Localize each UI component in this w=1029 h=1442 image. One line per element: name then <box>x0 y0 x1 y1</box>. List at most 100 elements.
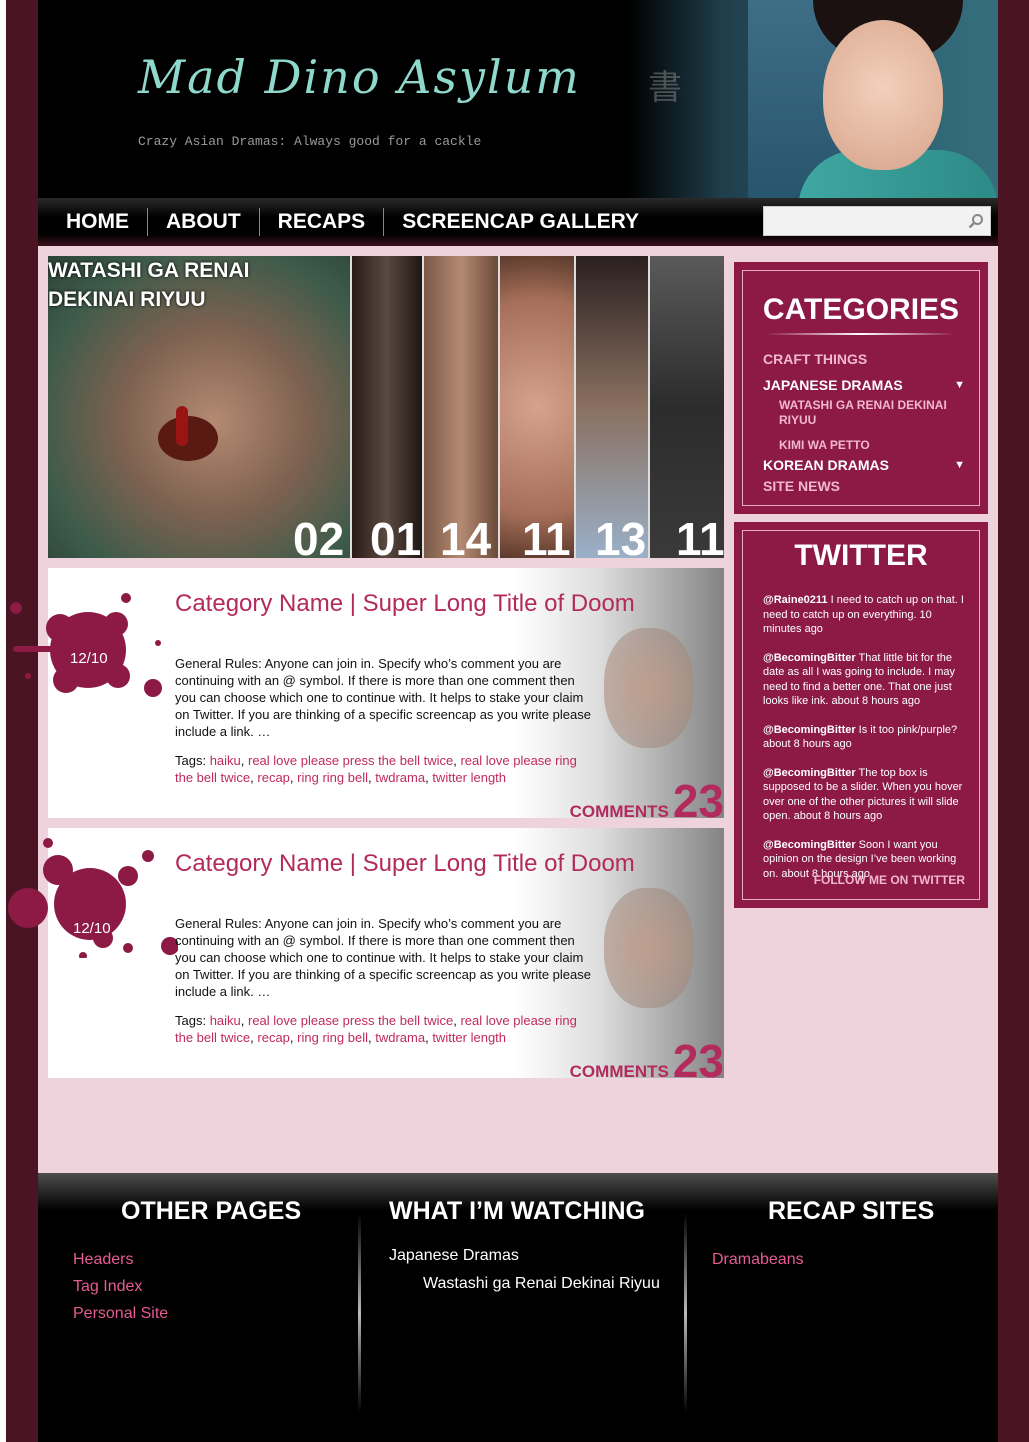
categories-widget: CATEGORIES CRAFT THINGS JAPANESE DRAMAS … <box>734 262 988 514</box>
footer-link-dramabeans[interactable]: Dramabeans <box>712 1246 1012 1273</box>
nav-about[interactable]: ABOUT <box>156 208 260 236</box>
categories-title: CATEGORIES <box>762 293 960 326</box>
category-craft-things[interactable]: CRAFT THINGS <box>763 349 979 370</box>
tag-link[interactable]: real love please press the bell twice <box>248 1013 453 1028</box>
tweet-user[interactable]: @BecomingBitter <box>763 652 856 664</box>
comments-link[interactable]: COMMENTS 23 <box>570 1038 724 1084</box>
comments-count: 23 <box>672 1035 724 1087</box>
slide-number: 14 <box>440 513 492 558</box>
footer-link-tag-index[interactable]: Tag Index <box>73 1273 373 1300</box>
chevron-down-icon[interactable]: ▼ <box>954 375 965 396</box>
post-date: 12/10 <box>73 920 111 937</box>
footer-divider <box>358 1213 361 1413</box>
search-box <box>763 206 991 236</box>
main-nav: HOME ABOUT RECAPS SCREENCAP GALLERY <box>38 198 998 246</box>
site-header: Mad Dino Asylum Crazy Asian Dramas: Alwa… <box>38 0 998 198</box>
watching-category: Japanese Dramas <box>389 1247 519 1264</box>
category-japanese-dramas[interactable]: JAPANESE DRAMAS ▼ <box>763 375 979 396</box>
categories-inner: CATEGORIES CRAFT THINGS JAPANESE DRAMAS … <box>742 270 980 506</box>
site-logo[interactable]: Mad Dino Asylum <box>138 50 581 104</box>
post-excerpt: General Rules: Anyone can join in. Speci… <box>175 916 591 999</box>
recap-sites-list: Dramabeans <box>712 1246 1012 1273</box>
site-footer: OTHER PAGES Headers Tag Index Personal S… <box>38 1173 998 1442</box>
post-date: 12/10 <box>70 650 108 667</box>
ink-splat-icon <box>10 593 162 697</box>
slide-number: 13 <box>595 513 647 558</box>
tweet-list: @Raine0211 I need to catch up on that. I… <box>743 593 979 881</box>
ink-splat-icon <box>8 838 178 958</box>
tweet: @BecomingBitter That little bit for the … <box>763 651 965 709</box>
follow-twitter-link[interactable]: FOLLOW ME ON TWITTER <box>814 873 965 887</box>
tag-link[interactable]: recap <box>257 770 290 785</box>
tweet: @BecomingBitter Is it too pink/purple? a… <box>763 723 965 752</box>
chevron-down-icon[interactable]: ▼ <box>954 455 965 476</box>
category-label: JAPANESE DRAMAS <box>763 377 903 393</box>
tweet-user[interactable]: @BecomingBitter <box>763 724 856 736</box>
tags-label: Tags: <box>175 1013 210 1028</box>
tag-link[interactable]: ring ring bell <box>297 770 368 785</box>
tag-link[interactable]: haiku <box>210 753 241 768</box>
content-area: WATASHI GA RENAI DEKINAI RIYUU 02 01 14 … <box>8 246 998 1173</box>
tag-link[interactable]: recap <box>257 1030 290 1045</box>
nav-recaps[interactable]: RECAPS <box>268 208 385 236</box>
comments-label: COMMENTS <box>569 802 669 821</box>
tag-link[interactable]: real love please press the bell twice <box>248 753 453 768</box>
category-korean-dramas[interactable]: KOREAN DRAMAS ▼ <box>763 455 979 476</box>
tag-link[interactable]: haiku <box>210 1013 241 1028</box>
tweet-user[interactable]: @BecomingBitter <box>763 839 856 851</box>
footer-watching: WHAT I’M WATCHING Japanese Dramas Wastas… <box>389 1197 689 1297</box>
tag-link[interactable]: twdrama <box>375 1030 425 1045</box>
footer-link-personal-site[interactable]: Personal Site <box>73 1300 373 1327</box>
header-photo-calligraphy: 書 <box>648 69 682 107</box>
twitter-widget: TWITTER @Raine0211 I need to catch up on… <box>734 522 988 908</box>
tweet-user[interactable]: @BecomingBitter <box>763 767 856 779</box>
post-fade-face <box>604 888 694 1008</box>
search-input[interactable] <box>764 207 960 235</box>
footer-heading: RECAP SITES <box>768 1197 935 1225</box>
page: Mad Dino Asylum Crazy Asian Dramas: Alwa… <box>8 0 998 1442</box>
nav-home[interactable]: HOME <box>56 208 148 236</box>
search-icon[interactable] <box>968 213 984 229</box>
post-tags: Tags: haiku, real love please press the … <box>175 753 577 785</box>
subcategory-kimi-wa-petto[interactable]: KIMI WA PETTO <box>779 438 949 453</box>
subcategory-watashi[interactable]: WATASHI GA RENAI DEKINAI RIYUU <box>779 398 949 428</box>
tweet-user[interactable]: @Raine0211 <box>763 594 828 606</box>
footer-link-headers[interactable]: Headers <box>73 1246 373 1273</box>
header-photo-face <box>823 20 943 170</box>
slide-main-blood <box>176 406 188 446</box>
footer-heading: OTHER PAGES <box>121 1197 302 1225</box>
featured-slider: WATASHI GA RENAI DEKINAI RIYUU 02 01 14 … <box>48 256 724 558</box>
comments-label: COMMENTS <box>569 1062 669 1081</box>
footer-heading: WHAT I’M WATCHING <box>389 1197 645 1225</box>
category-label: KOREAN DRAMAS <box>763 457 889 473</box>
site-tagline: Crazy Asian Dramas: Always good for a ca… <box>138 134 482 149</box>
slide-number: 01 <box>370 513 422 558</box>
post-title[interactable]: Category Name | Super Long Title of Doom <box>175 590 635 618</box>
nav-screencap-gallery[interactable]: SCREENCAP GALLERY <box>392 208 657 236</box>
other-pages-list: Headers Tag Index Personal Site <box>73 1246 373 1327</box>
footer-recap-sites: RECAP SITES Dramabeans <box>712 1197 1012 1273</box>
comments-link[interactable]: COMMENTS 23 <box>570 778 724 824</box>
blog-post: 12/10 Category Name | Super Long Title o… <box>8 828 724 1084</box>
blog-post: 12/10 Category Name | Super Long Title o… <box>10 568 724 824</box>
categories-divider <box>766 333 956 335</box>
tag-link[interactable]: twitter length <box>432 770 506 785</box>
slide-number: 11 <box>522 513 571 558</box>
post-fade-face <box>604 628 694 748</box>
tags-label: Tags: <box>175 753 210 768</box>
watching-list: Japanese Dramas Wastashi ga Renai Dekina… <box>389 1242 689 1297</box>
tag-link[interactable]: twitter length <box>432 1030 506 1045</box>
slide-main-mouth <box>158 416 218 461</box>
slide-number: 02 <box>293 513 345 558</box>
tag-link[interactable]: ring ring bell <box>297 1030 368 1045</box>
twitter-title: TWITTER <box>794 539 928 572</box>
twitter-inner: TWITTER @Raine0211 I need to catch up on… <box>742 530 980 900</box>
category-site-news[interactable]: SITE NEWS <box>763 476 979 497</box>
tag-link[interactable]: twdrama <box>375 770 425 785</box>
slider-title[interactable]: WATASHI GA RENAI DEKINAI RIYUU <box>48 256 278 314</box>
post-title[interactable]: Category Name | Super Long Title of Doom <box>175 850 635 878</box>
header-photo: 書 <box>628 0 998 198</box>
tweet: @BecomingBitter The top box is supposed … <box>763 766 965 824</box>
slide-number: 11 <box>676 513 724 558</box>
post-tags: Tags: haiku, real love please press the … <box>175 1013 577 1045</box>
